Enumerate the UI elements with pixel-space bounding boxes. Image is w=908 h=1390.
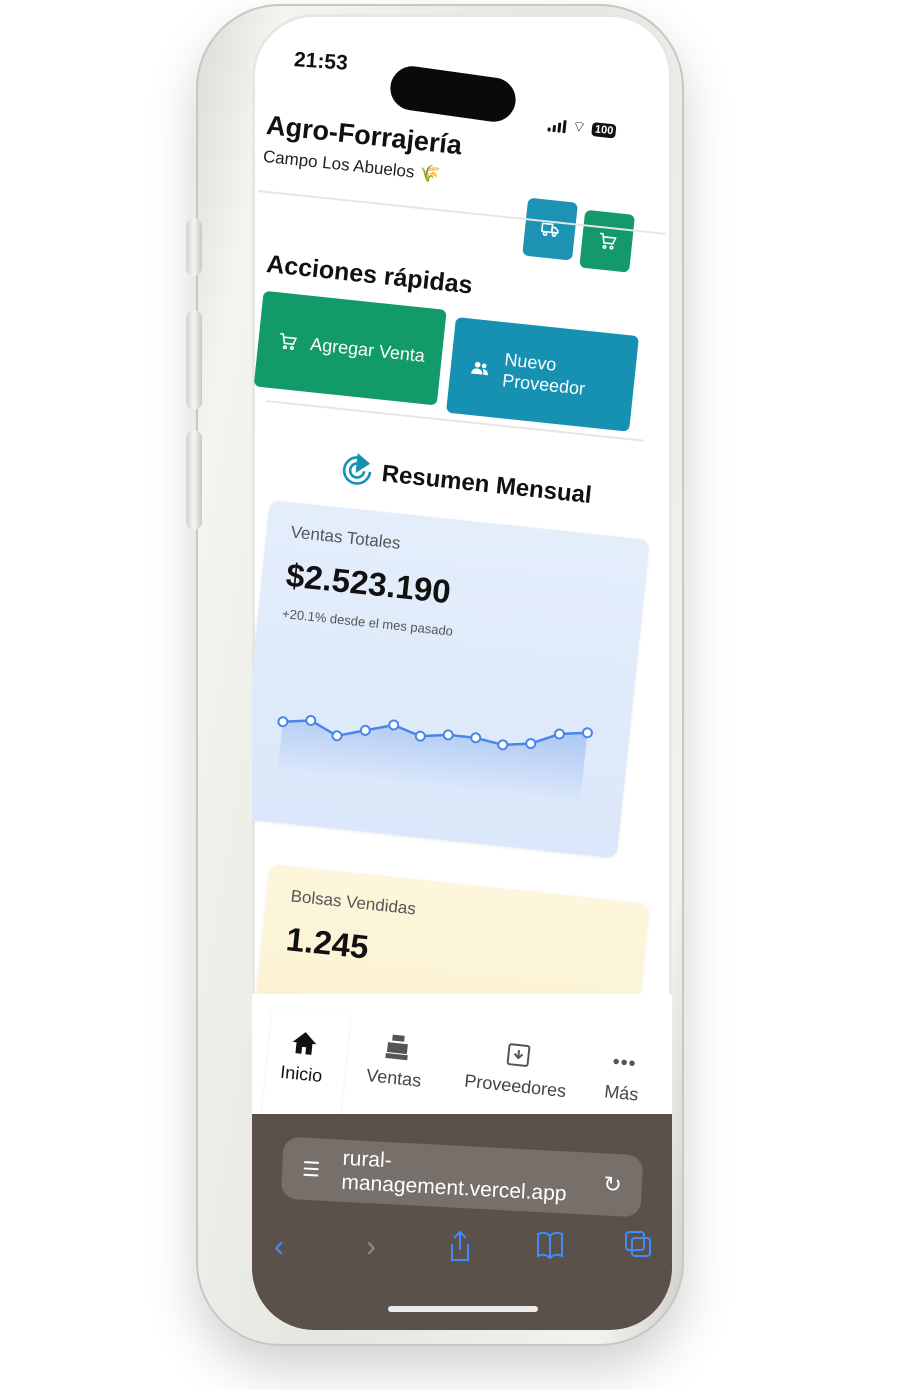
- status-icons: ⌔ 100: [547, 114, 618, 140]
- cart-button[interactable]: [579, 209, 636, 273]
- dynamic-island: [387, 63, 519, 125]
- cart-icon: [280, 332, 298, 351]
- url-text: rural-management.vercel.app: [340, 1146, 568, 1206]
- sparkline-point: [553, 728, 565, 740]
- tab-mas[interactable]: ••• Más: [603, 1050, 642, 1105]
- tab-ventas[interactable]: Ventas: [365, 1031, 425, 1091]
- sparkline-point: [442, 729, 454, 741]
- wifi-icon: ⌔: [571, 117, 587, 137]
- sales-sparkline: [277, 714, 593, 805]
- sparkline-point: [305, 714, 317, 726]
- phone-screen: 21:53 ⌔ 100 Agro-Forrajería Campo Los Ab…: [252, 14, 672, 1330]
- side-button-volume-down: [186, 430, 202, 530]
- address-bar[interactable]: ☰ rural-management.vercel.app ↻: [280, 1136, 644, 1218]
- tab-inicio-label: Inicio: [279, 1061, 324, 1087]
- tab-proveedores-label: Proveedores: [463, 1070, 568, 1102]
- bookmarks-icon[interactable]: [536, 1230, 564, 1260]
- side-button-volume-up: [186, 310, 202, 410]
- page-menu-icon[interactable]: ☰: [302, 1156, 321, 1182]
- sales-card: Ventas Totales $2.523.190 +20.1% desde e…: [252, 500, 650, 859]
- sparkline-area: [277, 720, 588, 805]
- cart-icon: [599, 232, 617, 250]
- tab-mas-label: Más: [603, 1081, 640, 1105]
- sparkline-point: [331, 730, 343, 742]
- back-icon[interactable]: ‹: [274, 1230, 284, 1264]
- sparkline-point: [470, 732, 482, 744]
- browser-toolbar: ☰ rural-management.vercel.app ↻ ‹ ›: [252, 1114, 672, 1330]
- sparkline-point: [497, 739, 509, 751]
- summary-header: Resumen Mensual: [340, 452, 593, 514]
- home-icon: [292, 1032, 317, 1055]
- status-time: 21:53: [293, 48, 349, 75]
- reload-icon[interactable]: ↻: [603, 1171, 623, 1198]
- delivery-button[interactable]: [522, 197, 578, 261]
- signal-icon: [547, 117, 567, 133]
- tabs-icon[interactable]: [624, 1230, 652, 1260]
- users-icon: [471, 361, 488, 376]
- tab-inicio[interactable]: Inicio: [279, 1028, 327, 1087]
- sparkline-point: [581, 727, 593, 739]
- tab-ventas-label: Ventas: [365, 1065, 423, 1091]
- side-button-silent: [186, 218, 202, 276]
- sparkline-point: [388, 719, 400, 731]
- add-sale-label: Agregar Venta: [309, 333, 426, 366]
- archive-icon: [506, 1043, 531, 1067]
- battery-icon: 100: [591, 121, 618, 139]
- chart-pie-icon: [342, 452, 372, 485]
- forward-icon[interactable]: ›: [366, 1230, 376, 1264]
- new-supplier-button[interactable]: Nuevo Proveedor: [445, 317, 640, 432]
- sparkline-point: [414, 730, 426, 742]
- tab-proveedores[interactable]: Proveedores: [463, 1037, 570, 1102]
- cash-register-icon: [384, 1034, 408, 1061]
- sparkline-point: [359, 724, 371, 736]
- new-supplier-label: Nuevo Proveedor: [501, 349, 587, 399]
- more-icon: •••: [611, 1050, 638, 1076]
- add-sale-button[interactable]: Agregar Venta: [253, 290, 447, 406]
- sparkline-point: [525, 738, 537, 750]
- summary-title: Resumen Mensual: [380, 460, 593, 510]
- share-icon[interactable]: [448, 1230, 472, 1262]
- sparkline-point: [277, 716, 289, 728]
- home-indicator: [388, 1306, 538, 1312]
- tab-bar: Inicio Ventas Proveedores ••• Más: [252, 994, 672, 1118]
